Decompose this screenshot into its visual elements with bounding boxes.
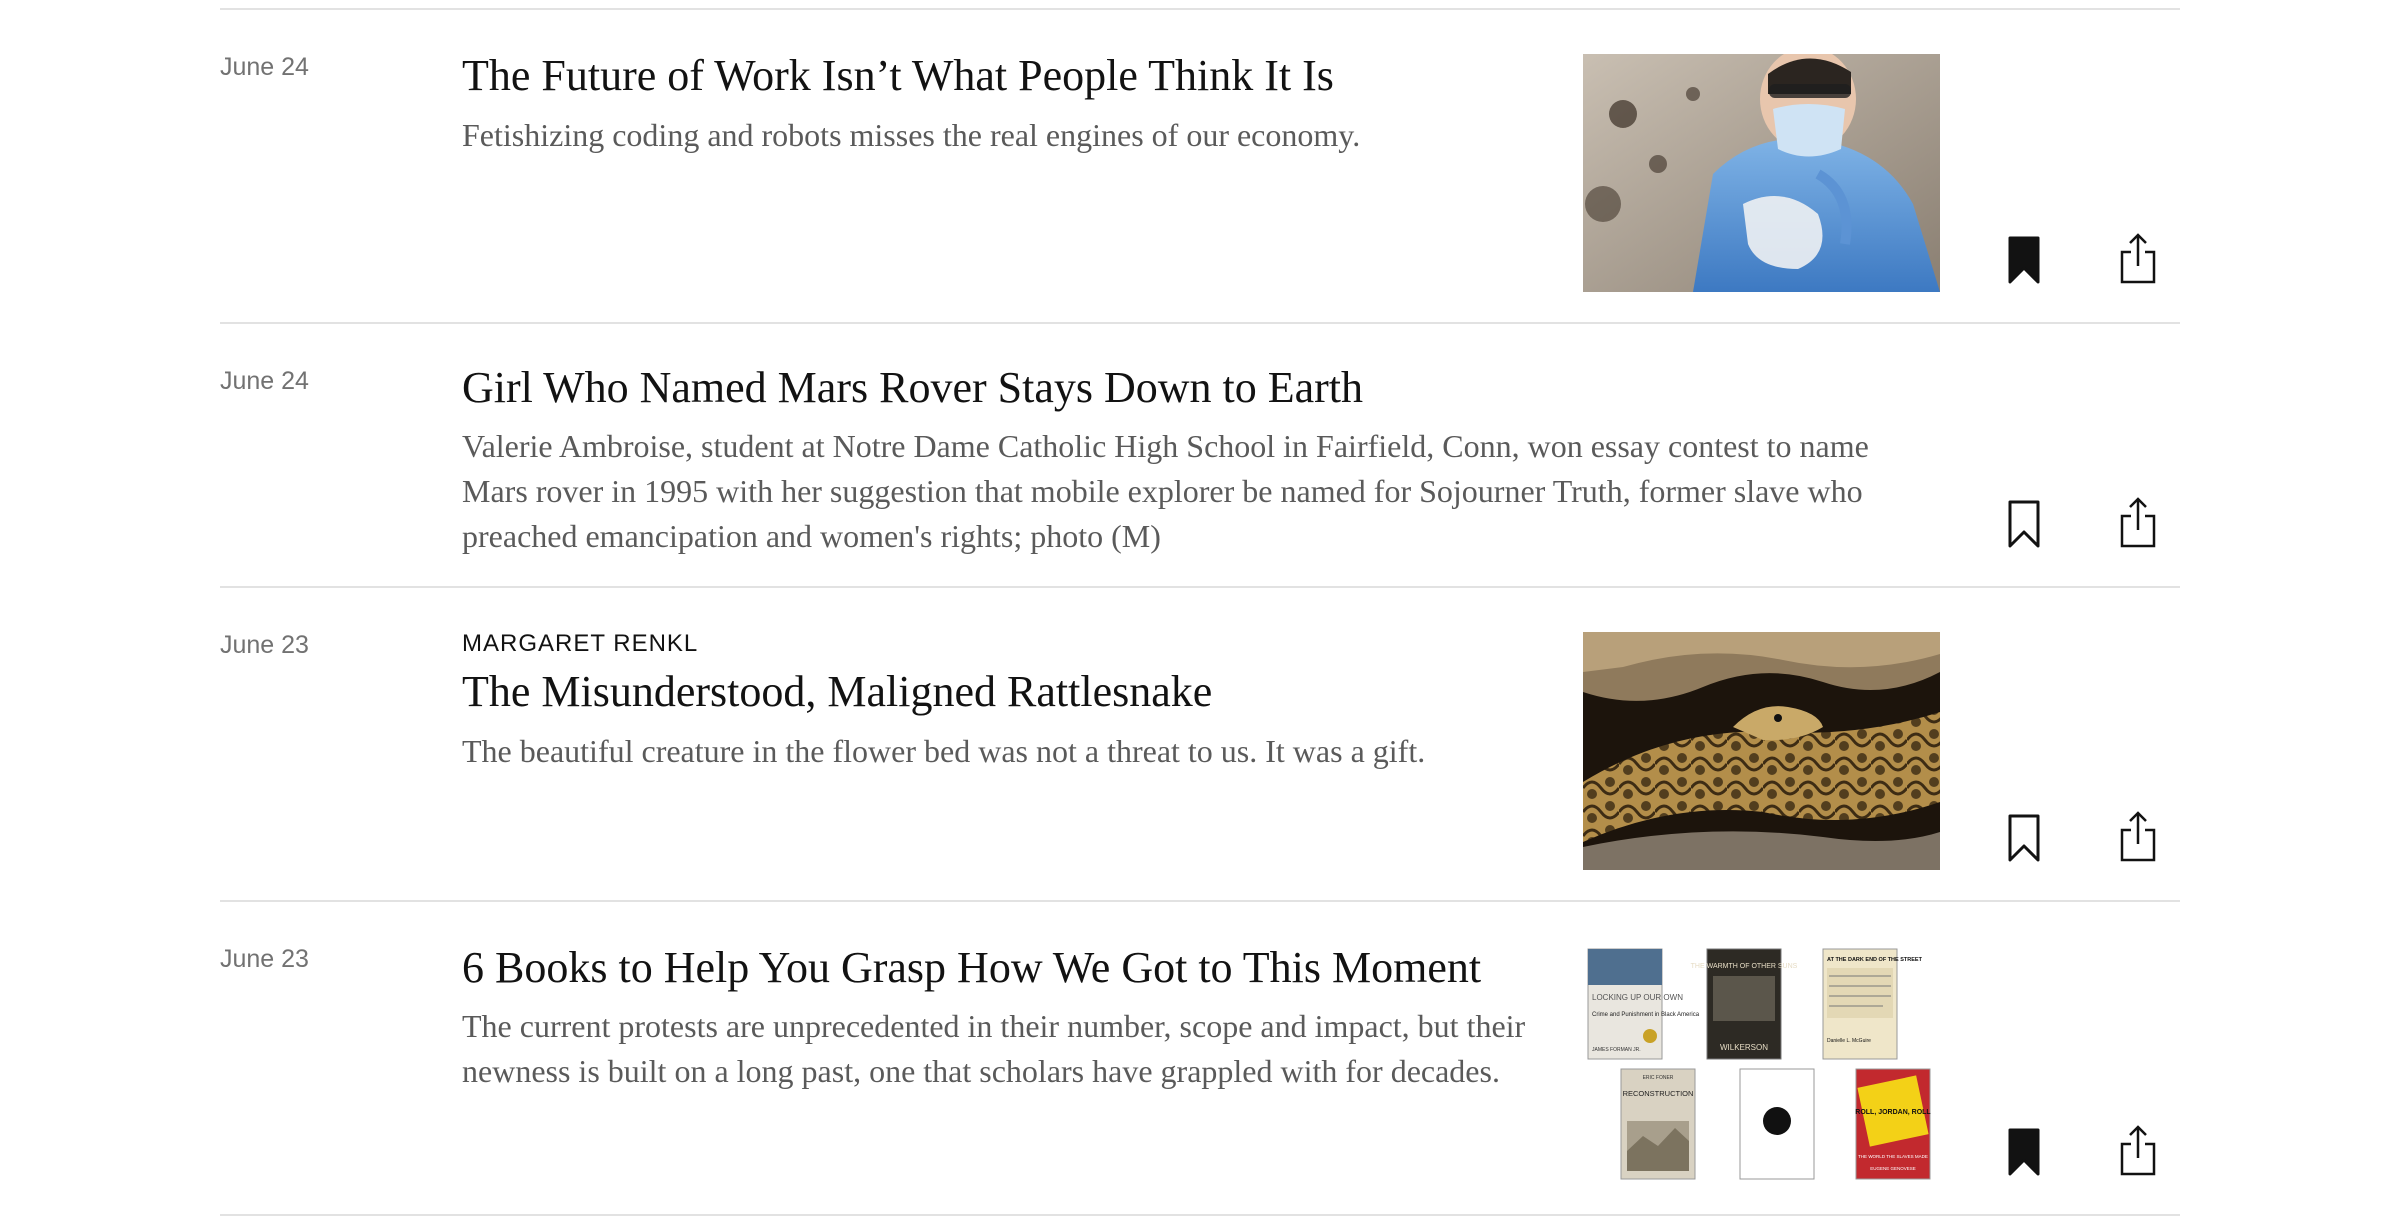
article-date: June 23 [220, 631, 309, 659]
article-image[interactable] [1583, 54, 1940, 292]
article-date: June 24 [220, 367, 309, 395]
book-author: JAMES FORMAN JR. [1592, 1047, 1641, 1053]
article-date: June 24 [220, 53, 309, 81]
article-item[interactable]: June 23 6 Books to Help You Grasp How We… [220, 902, 2180, 1216]
article-item[interactable]: June 24 Girl Who Named Mars Rover Stays … [220, 324, 2180, 588]
share-icon[interactable] [2118, 232, 2158, 284]
article-image[interactable]: LOCKING UP OUR OWN Crime and Punishment … [1583, 946, 1940, 1184]
article-summary: Valerie Ambroise, student at Notre Dame … [462, 428, 1869, 554]
article-summary: Fetishizing coding and robots misses the… [462, 117, 1361, 153]
book-author: EUGENE GENOVESE [1870, 1166, 1916, 1171]
book-title: AT THE DARK END OF THE STREET [1827, 957, 1923, 963]
article-kicker[interactable]: MARGARET RENKL [462, 630, 698, 658]
book-author: WILKERSON [1720, 1043, 1768, 1052]
article-item[interactable]: June 24 The Future of Work Isn’t What Pe… [220, 10, 2180, 324]
book-cover: ROLL, JORDAN, ROLL THE WORLD THE SLAVES … [1855, 1068, 1931, 1180]
bookmark-icon[interactable] [2004, 236, 2044, 284]
book-cover [1739, 1068, 1815, 1180]
book-subtitle: Crime and Punishment in Black America [1592, 1012, 1700, 1018]
book-cover: THE WARMTH OF OTHER SUNS WILKERSON [1691, 948, 1798, 1060]
article-date: June 23 [220, 945, 309, 973]
share-icon[interactable] [2118, 496, 2158, 548]
article-item[interactable]: June 23 MARGARET RENKL The Misunderstood… [220, 588, 2180, 902]
article-summary: The beautiful creature in the flower bed… [462, 733, 1426, 769]
book-cover: ERIC FONER RECONSTRUCTION [1620, 1068, 1696, 1180]
book-subtitle: THE WORLD THE SLAVES MADE [1858, 1154, 1928, 1159]
book-title: LOCKING UP OUR OWN [1592, 993, 1683, 1002]
article-headline[interactable]: The Misunderstood, Maligned Rattlesnake [462, 666, 1212, 717]
article-headline[interactable]: 6 Books to Help You Grasp How We Got to … [462, 942, 1481, 993]
article-summary: The current protests are unprecedented i… [462, 1008, 1526, 1089]
article-headline[interactable]: Girl Who Named Mars Rover Stays Down to … [462, 362, 1363, 413]
book-author: ERIC FONER [1643, 1075, 1674, 1081]
share-icon[interactable] [2118, 810, 2158, 862]
book-cover: AT THE DARK END OF THE STREET Danielle L… [1822, 948, 1923, 1060]
book-title: THE WARMTH OF OTHER SUNS [1691, 963, 1798, 970]
book-title: RECONSTRUCTION [1623, 1089, 1694, 1098]
share-icon[interactable] [2118, 1124, 2158, 1176]
article-headline[interactable]: The Future of Work Isn’t What People Thi… [462, 50, 1334, 101]
bookmark-icon[interactable] [2004, 500, 2044, 548]
book-author: Danielle L. McGuire [1827, 1038, 1871, 1044]
book-title: ROLL, JORDAN, ROLL [1855, 1109, 1931, 1116]
bookmark-icon[interactable] [2004, 1128, 2044, 1176]
article-image[interactable] [1583, 632, 1940, 870]
bookmark-icon[interactable] [2004, 814, 2044, 862]
book-cover: LOCKING UP OUR OWN Crime and Punishment … [1587, 948, 1700, 1060]
